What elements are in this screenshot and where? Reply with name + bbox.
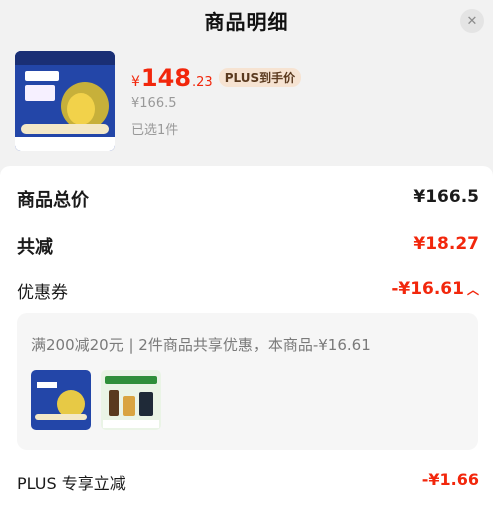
plus-price-badge: PLUS到手价 [218,68,302,87]
product-thumbnail[interactable] [15,51,115,151]
price-symbol: ¥ [131,74,140,90]
total-value: ¥166.5 [413,187,479,207]
discount-value: ¥18.27 [413,234,479,254]
coupon-item-durian[interactable] [31,370,91,430]
price-integer: 148 [140,64,192,92]
coupon-item-groceries[interactable] [101,370,161,430]
discount-label: 共减 [17,237,53,258]
durian-product-image [15,51,115,151]
groceries-thumb-image [101,370,161,430]
product-header-area: 商品明细 ✕ ¥ 148 .23 PLUS到手价 ¥166.5 已选1件 [0,0,493,165]
price-detail-card: 商品总价 ¥166.5 共减 ¥18.27 优惠券 -¥16.61 ︿ 满200… [0,166,493,512]
original-price: ¥166.5 [131,96,177,111]
coupon-detail-box: 满200减20元 | 2件商品共享优惠，本商品-¥16.61 [17,313,478,450]
selected-quantity: 已选1件 [131,123,179,138]
plus-price: ¥ 148 .23 PLUS到手价 [131,64,302,92]
price-decimal: .23 [192,75,213,90]
close-icon: ✕ [466,13,478,29]
plus-discount-label: PLUS 专享立减 [17,474,126,493]
page-title: 商品明细 [204,10,289,34]
coupon-label: 优惠券 [17,283,68,303]
chevron-up-icon: ︿ [466,282,479,297]
coupon-description: 满200减20元 | 2件商品共享优惠，本商品-¥16.61 [31,336,371,354]
close-button[interactable]: ✕ [460,9,484,33]
plus-discount-value: -¥1.66 [421,470,479,489]
coupon-value: -¥16.61 [391,279,464,299]
total-label: 商品总价 [17,190,89,211]
durian-thumb-image [31,370,91,430]
coupon-toggle[interactable]: -¥16.61 ︿ [391,279,479,299]
